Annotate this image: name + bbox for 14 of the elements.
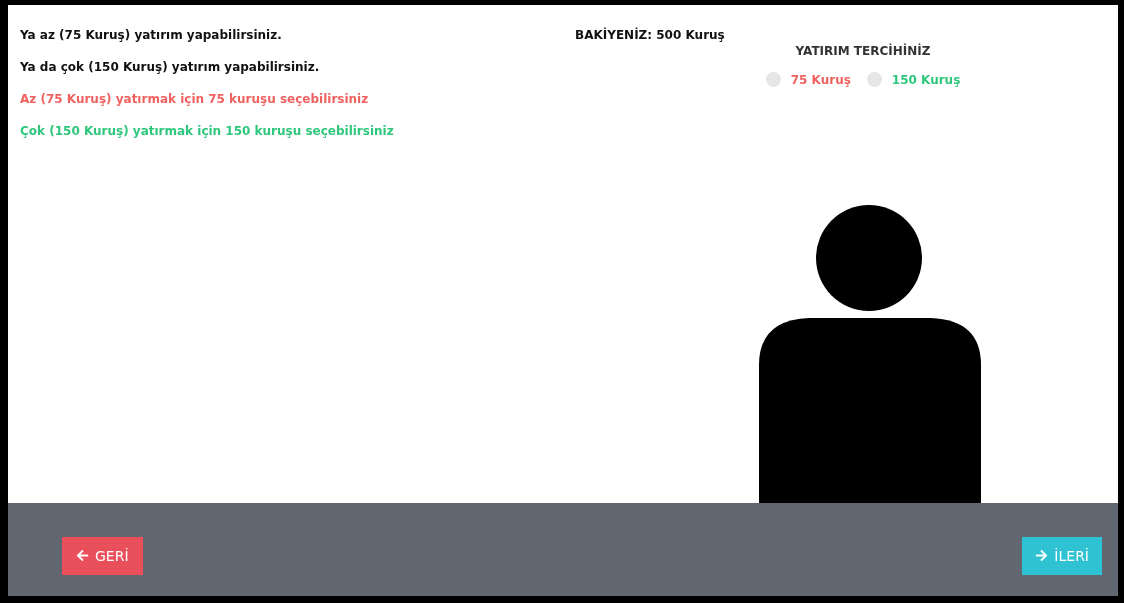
choice-title: YATIRIM TERCİHİNİZ <box>795 43 931 60</box>
balance-text: BAKİYENİZ: 500 Kuruş <box>575 26 726 44</box>
radio-button[interactable] <box>866 72 882 87</box>
instruction-text: Çok (150 Kuruş) yatırmak için 150 kuruşu seçebilirsiniz <box>20 123 395 140</box>
arrow-left-icon <box>76 549 89 562</box>
option-label[interactable]: 75 Kuruş <box>790 72 851 87</box>
radio-button[interactable] <box>765 72 781 87</box>
option-label[interactable]: 150 Kuruş <box>891 72 961 87</box>
instruction-text: Ya az (75 Kuruş) yatırım yapabilirsiniz. <box>20 27 283 44</box>
next-button[interactable]: İLERİ <box>1022 536 1102 575</box>
instruction-text: Ya da çok (150 Kuruş) yatırım yapabilirsiniz. <box>20 59 321 76</box>
back-button[interactable]: GERİ <box>62 536 143 575</box>
arrow-right-icon <box>1035 549 1049 562</box>
instruction-text: Az (75 Kuruş) yatırmak için 75 kuruşu seçebilirsiniz <box>20 91 370 108</box>
